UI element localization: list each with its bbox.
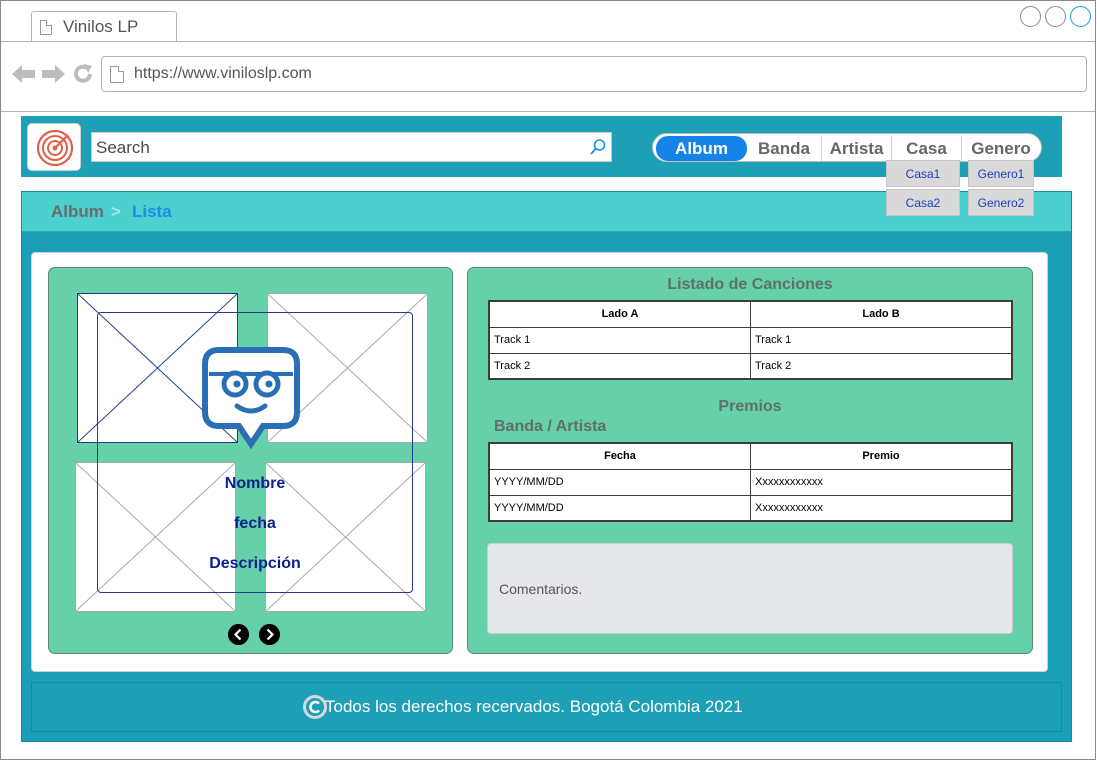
next-icon[interactable] (259, 624, 280, 645)
genero-menu-item-2[interactable]: Genero2 (968, 189, 1034, 216)
main-panel: Nombre fecha Descripción Listado de Canc… (31, 252, 1048, 672)
breadcrumb-lista[interactable]: Lista (132, 202, 172, 222)
genero-menu-item-1[interactable]: Genero1 (968, 160, 1034, 187)
album-card: Nombre fecha Descripción (48, 267, 453, 654)
maximize-button[interactable] (1045, 6, 1066, 27)
table-cell: Track 1 (488, 326, 751, 354)
chrome-divider (1, 111, 1095, 112)
table-cell: Xxxxxxxxxxxx (750, 494, 1013, 522)
main-nav: Album Banda Artista Casa Genero (652, 133, 1042, 162)
comments-placeholder: Comentarios. (499, 581, 583, 597)
search-input[interactable] (96, 138, 576, 158)
search-box (91, 132, 612, 162)
vinyl-logo-icon[interactable] (27, 123, 81, 171)
nav-album[interactable]: Album (656, 136, 747, 161)
column-header: Premio (750, 442, 1013, 470)
address-bar[interactable]: https://www.viniloslp.com (101, 56, 1087, 92)
table-row[interactable]: Track 2 Track 2 (488, 352, 1013, 380)
copyright-icon (303, 695, 327, 719)
album-details-card: Listado de Canciones Lado A Lado B Track… (467, 267, 1033, 654)
content-area: Album > Lista Nombre fecha Descripción L… (21, 191, 1072, 742)
album-date: fecha (234, 515, 276, 532)
minimize-button[interactable] (1020, 6, 1041, 27)
nav-artista[interactable]: Artista (822, 136, 892, 161)
close-button[interactable] (1070, 6, 1091, 27)
table-cell: Track 2 (750, 352, 1013, 380)
back-arrow-icon[interactable] (12, 64, 36, 84)
footer: Todos los derechos recervados. Bogotá Co… (31, 682, 1062, 732)
tab-title: Vinilos LP (63, 17, 139, 36)
forward-arrow-icon[interactable] (41, 64, 65, 84)
mascot-icon (202, 347, 300, 450)
column-header: Fecha (488, 442, 751, 470)
nav-genero[interactable]: Genero (962, 136, 1040, 161)
browser-window: Vinilos LP https://www.viniloslp.com Sea… (0, 0, 1096, 760)
table-cell: Track 1 (750, 326, 1013, 354)
awards-table: Fecha Premio YYYY/MM/DD Xxxxxxxxxxxx YYY… (488, 442, 1013, 522)
page-icon (110, 66, 124, 83)
url-text: https://www.viniloslp.com (134, 65, 312, 82)
casa-menu-item-1[interactable]: Casa1 (886, 160, 960, 187)
album-description: Descripción (209, 555, 301, 572)
table-cell: Track 2 (488, 352, 751, 380)
column-header: Lado A (488, 300, 751, 328)
browser-tab[interactable]: Vinilos LP (31, 11, 177, 42)
album-name: Nombre (224, 475, 286, 492)
search-icon[interactable] (589, 138, 607, 156)
table-cell: YYYY/MM/DD (488, 494, 751, 522)
document-icon (40, 20, 52, 35)
previous-icon[interactable] (228, 624, 249, 645)
footer-text: Todos los derechos recervados. Bogotá Co… (325, 697, 743, 716)
songs-table: Lado A Lado B Track 1 Track 1 Track 2 Tr… (488, 300, 1013, 380)
songs-title: Listado de Canciones (667, 276, 833, 293)
table-row[interactable]: Track 1 Track 1 (488, 326, 1013, 354)
tab-divider (1, 41, 1095, 42)
comments-box[interactable]: Comentarios. (487, 543, 1013, 634)
breadcrumb-album[interactable]: Album (51, 202, 104, 222)
nav-casa[interactable]: Casa (892, 136, 962, 161)
nav-banda[interactable]: Banda (747, 136, 822, 161)
column-header: Lado B (750, 300, 1013, 328)
breadcrumb-separator: > (111, 202, 121, 221)
table-row[interactable]: YYYY/MM/DD Xxxxxxxxxxxx (488, 468, 1013, 496)
casa-menu-item-2[interactable]: Casa2 (886, 189, 960, 216)
awards-title: Premios (718, 398, 782, 415)
table-row[interactable]: YYYY/MM/DD Xxxxxxxxxxxx (488, 494, 1013, 522)
reload-icon[interactable] (72, 63, 94, 85)
awards-subtitle: Banda / Artista (494, 418, 607, 435)
table-cell: Xxxxxxxxxxxx (750, 468, 1013, 496)
table-cell: YYYY/MM/DD (488, 468, 751, 496)
